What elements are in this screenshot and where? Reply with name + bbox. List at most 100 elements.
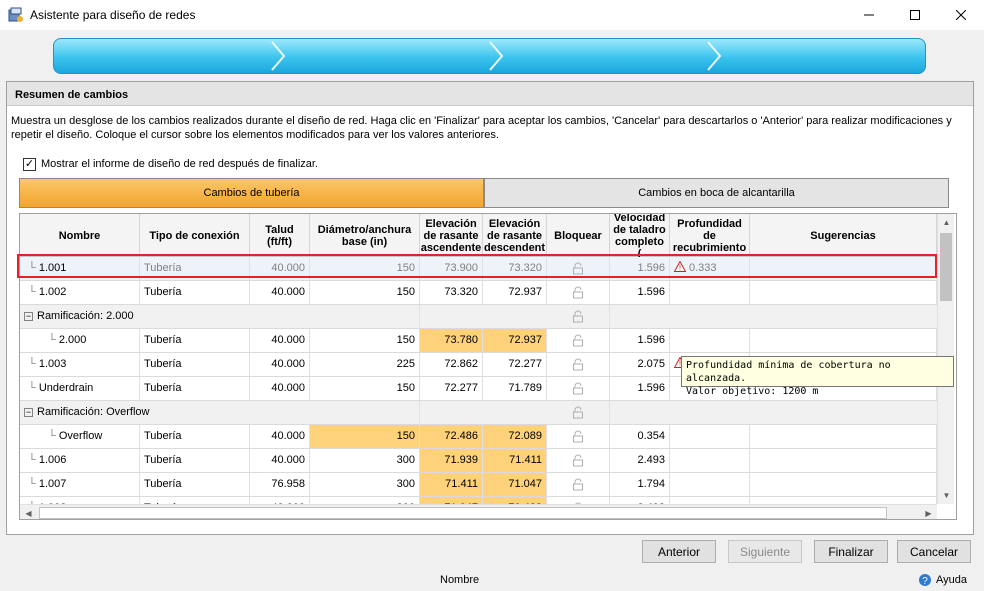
invert-up-cell: 72.486	[420, 425, 483, 448]
grid-header: Nombre Tipo de conexión Talud (ft/ft) Diáme…	[20, 214, 937, 260]
tooltip-line-1: Profundidad mínima de cobertura no alcan…	[686, 360, 891, 384]
col-velocity-header[interactable]: Velocidad de taladro completo (	[610, 214, 670, 260]
close-button[interactable]	[938, 0, 984, 30]
lock-icon	[573, 478, 583, 491]
window-title: Asistente para diseño de redes	[30, 8, 196, 22]
col-suggestions-header[interactable]: Sugerencias	[750, 214, 937, 257]
invert-down-cell: 71.789	[483, 377, 547, 400]
col-invert-down-header[interactable]: Elevación de rasante descendent	[483, 214, 547, 257]
connection-type-cell: Tubería	[140, 377, 250, 400]
col-invert-up-header[interactable]: Elevación de rasante ascendente	[420, 214, 483, 257]
name-cell: └ 1.007	[20, 473, 140, 496]
help-link[interactable]: ? Ayuda	[918, 573, 967, 587]
cover-depth-cell	[670, 449, 750, 472]
table-row[interactable]: └ Overflow Tubería 40.000 150 72.486 72.089 0.…	[20, 425, 937, 449]
cover-depth-cell	[670, 425, 750, 448]
tab-pipe-changes[interactable]: Cambios de tubería	[19, 178, 484, 208]
status-text: Nombre	[440, 574, 480, 586]
lock-cell[interactable]	[547, 401, 610, 424]
show-report-label: Mostrar el informe de diseño de red desp…	[41, 158, 318, 170]
table-row[interactable]: └ 1.006 Tubería 40.000 300 71.939 71.411 2.493	[20, 449, 937, 473]
col-slope-header[interactable]: Talud (ft/ft)	[250, 214, 310, 257]
tooltip: Profundidad mínima de cobertura no alcan…	[681, 356, 954, 397]
suggestions-cell	[750, 449, 937, 472]
lock-icon	[573, 310, 583, 323]
tab-structure-changes[interactable]: Cambios en boca de alcantarilla	[484, 178, 949, 208]
connection-type-cell: Tubería	[140, 281, 250, 304]
main-panel: Resumen de cambios Muestra un desglose d…	[6, 81, 974, 535]
horizontal-scroll-thumb[interactable]	[39, 507, 887, 519]
next-button[interactable]: Siguiente	[728, 540, 802, 563]
maximize-button[interactable]	[892, 0, 938, 30]
lock-cell[interactable]	[547, 473, 610, 496]
name-cell: └ Overflow	[20, 425, 140, 448]
name-cell: └ 1.002	[20, 281, 140, 304]
lock-cell[interactable]	[547, 281, 610, 304]
slope-cell: 40.000	[250, 353, 310, 376]
cancel-button[interactable]: Cancelar	[897, 540, 971, 563]
lock-cell[interactable]	[547, 449, 610, 472]
slope-cell: 40.000	[250, 377, 310, 400]
collapse-icon[interactable]: −	[24, 311, 33, 321]
title-bar: Asistente para diseño de redes	[0, 0, 984, 30]
group-row[interactable]: − Ramificación: Overflow	[20, 401, 937, 425]
col-name-header[interactable]: Nombre	[20, 214, 140, 257]
scroll-up-icon[interactable]: ▲	[938, 214, 955, 231]
lock-cell[interactable]	[547, 377, 610, 400]
connection-type-cell: Tubería	[140, 449, 250, 472]
col-connection-type-header[interactable]: Tipo de conexión	[140, 214, 250, 257]
velocity-cell: 2.075	[610, 353, 670, 376]
group-row[interactable]: − Ramificación: 2.000	[20, 305, 937, 329]
table-row[interactable]: └ 1.002 Tubería 40.000 150 73.320 72.937 1.596	[20, 281, 937, 305]
invert-down-cell: 72.089	[483, 425, 547, 448]
section-title: Resumen de cambios	[7, 82, 973, 106]
col-cover-depth-header[interactable]: Profundidad de recubrimiento	[670, 214, 750, 257]
lock-cell[interactable]	[547, 425, 610, 448]
lock-icon	[573, 454, 583, 467]
help-icon: ?	[919, 574, 931, 587]
table-row[interactable]: └ 2.000 Tubería 40.000 150 73.780 72.937 1.596	[20, 329, 937, 353]
connection-type-cell: Tubería	[140, 353, 250, 376]
col-lock-header[interactable]: Bloquear	[547, 214, 610, 257]
close-icon	[956, 10, 966, 20]
lock-icon	[573, 334, 583, 347]
scroll-down-icon[interactable]: ▼	[938, 487, 955, 504]
lock-cell[interactable]	[547, 353, 610, 376]
col-diameter-header[interactable]: Diámetro/anchura base (in)	[310, 214, 420, 257]
vertical-scroll-thumb[interactable]	[940, 233, 952, 301]
diameter-cell: 300	[310, 473, 420, 496]
diameter-cell: 150	[310, 329, 420, 352]
finish-button[interactable]: Finalizar	[814, 540, 888, 563]
name-cell: └ 2.000	[20, 329, 140, 352]
diameter-cell: 225	[310, 353, 420, 376]
minimize-icon	[864, 14, 874, 16]
suggestions-cell	[750, 425, 937, 448]
lock-cell[interactable]	[547, 305, 610, 328]
minimize-button[interactable]	[846, 0, 892, 30]
invert-up-cell: 73.320	[420, 281, 483, 304]
velocity-cell: 1.794	[610, 473, 670, 496]
maximize-icon	[910, 10, 920, 20]
lock-icon	[573, 286, 583, 299]
invert-down-cell: 72.937	[483, 329, 547, 352]
slope-cell: 40.000	[250, 329, 310, 352]
back-button[interactable]: Anterior	[642, 540, 716, 563]
velocity-cell: 1.596	[610, 281, 670, 304]
name-cell: └ 1.006	[20, 449, 140, 472]
invert-down-cell: 71.411	[483, 449, 547, 472]
velocity-cell: 1.596	[610, 329, 670, 352]
slope-cell: 76.958	[250, 473, 310, 496]
scroll-left-icon[interactable]: ◀	[20, 505, 37, 519]
suggestions-cell	[750, 473, 937, 496]
lock-icon	[573, 430, 583, 443]
lock-icon	[573, 382, 583, 395]
scroll-right-icon[interactable]: ▶	[920, 505, 937, 519]
table-row[interactable]: └ 1.007 Tubería 76.958 300 71.411 71.047 1.794	[20, 473, 937, 497]
lock-icon	[573, 358, 583, 371]
collapse-icon[interactable]: −	[24, 407, 33, 417]
horizontal-scrollbar[interactable]: ◀ ▶	[20, 504, 937, 519]
group-label: − Ramificación: 2.000	[20, 305, 420, 328]
suggestions-cell	[750, 329, 937, 352]
show-report-checkbox[interactable]: ✓	[23, 158, 36, 171]
lock-cell[interactable]	[547, 329, 610, 352]
